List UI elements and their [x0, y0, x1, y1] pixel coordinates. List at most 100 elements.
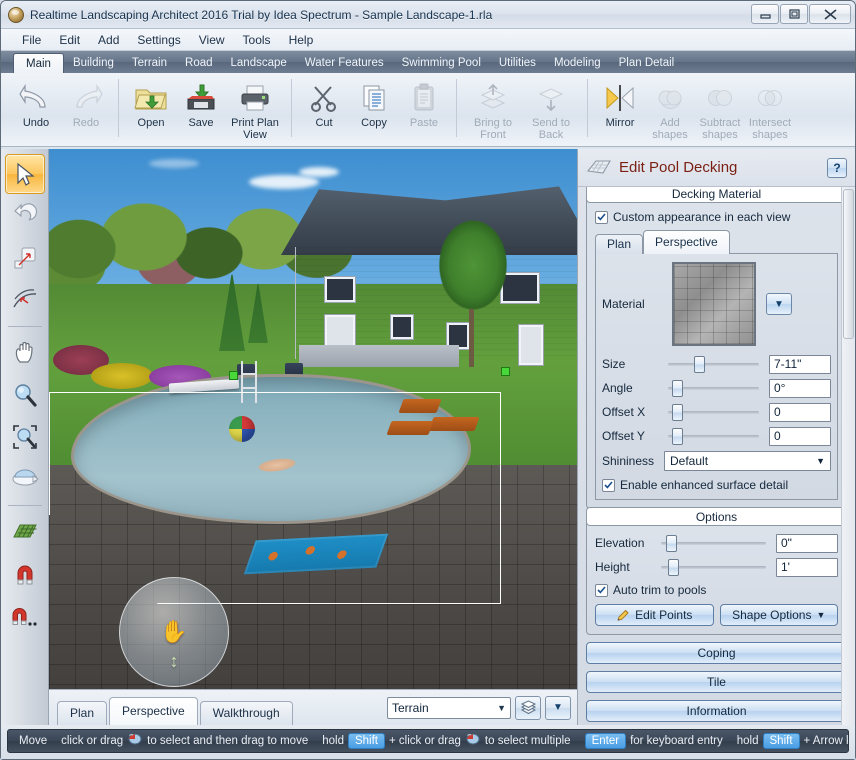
- intersect-shapes-button[interactable]: Intersect shapes: [745, 77, 795, 143]
- open-button[interactable]: Open: [126, 77, 176, 143]
- grid-tool[interactable]: [5, 512, 45, 552]
- layers-dropdown-button[interactable]: ▼: [545, 695, 571, 720]
- material-tab-perspective[interactable]: Perspective: [643, 230, 730, 254]
- ribbon-tab-road[interactable]: Road: [176, 53, 222, 73]
- menu-item-file[interactable]: File: [13, 31, 50, 49]
- undo-button[interactable]: Undo: [11, 77, 61, 143]
- pan-hand-tool[interactable]: [5, 333, 45, 373]
- edit-points-button[interactable]: Edit Points: [595, 604, 714, 626]
- tile-button[interactable]: Tile: [586, 671, 847, 693]
- select-arrow-tool[interactable]: [4, 154, 45, 194]
- angle-value[interactable]: 0°: [769, 378, 831, 398]
- elevation-value[interactable]: 0": [776, 533, 838, 553]
- menu-item-edit[interactable]: Edit: [50, 31, 89, 49]
- resize-tool[interactable]: [5, 238, 45, 278]
- menu-item-tools[interactable]: Tools: [234, 31, 280, 49]
- add-shapes-label: Add shapes: [652, 117, 688, 141]
- layers-button[interactable]: [515, 695, 541, 720]
- bring-to-front-button[interactable]: Bring to Front: [464, 77, 522, 143]
- auto-trim-checkbox[interactable]: [595, 583, 608, 597]
- ribbon-tab-swimming-pool[interactable]: Swimming Pool: [393, 53, 490, 73]
- check-icon: [597, 213, 606, 221]
- viewport-3d[interactable]: ✋ ↕ Plan Perspective Walkthrough Terrain…: [49, 149, 577, 725]
- ribbon-tab-building[interactable]: Building: [64, 53, 123, 73]
- subtract-shapes-label: Subtract shapes: [699, 117, 741, 141]
- ribbon-tab-water-features[interactable]: Water Features: [296, 53, 393, 73]
- subtract-shapes-button[interactable]: Subtract shapes: [695, 77, 745, 143]
- menu-item-view[interactable]: View: [190, 31, 234, 49]
- undo-arrow-icon: [19, 80, 53, 116]
- shininess-select[interactable]: Default ▼: [664, 451, 831, 471]
- intersect-shapes-icon: [753, 80, 787, 116]
- view-tab-perspective[interactable]: Perspective: [109, 696, 198, 725]
- slider-thumb[interactable]: [671, 404, 683, 421]
- slider-thumb[interactable]: [666, 535, 678, 552]
- rotate-tool[interactable]: [5, 196, 45, 236]
- information-button[interactable]: Information: [586, 700, 847, 722]
- height-slider[interactable]: [657, 556, 770, 578]
- redo-button[interactable]: Redo: [61, 77, 111, 143]
- slider-thumb[interactable]: [671, 428, 683, 445]
- slider-thumb[interactable]: [671, 380, 683, 397]
- offset-x-value[interactable]: 0: [769, 402, 831, 422]
- swimming-pool[interactable]: [71, 374, 471, 524]
- offset-x-slider[interactable]: [664, 401, 763, 423]
- status-hint-multi: hold Shift + click or drag to select mul…: [315, 733, 577, 749]
- ribbon-tab-plan-detail[interactable]: Plan Detail: [610, 53, 684, 73]
- offset-y-value[interactable]: 0: [769, 426, 831, 446]
- selection-handle[interactable]: [501, 367, 510, 376]
- ribbon-tab-modeling[interactable]: Modeling: [545, 53, 610, 73]
- layer-select[interactable]: Terrain ▼: [387, 696, 511, 719]
- curve-edit-tool[interactable]: [5, 280, 45, 320]
- ribbon-tab-utilities[interactable]: Utilities: [490, 53, 545, 73]
- material-dropdown-button[interactable]: ▼: [766, 293, 792, 315]
- orbit-tool[interactable]: [5, 459, 45, 499]
- angle-slider[interactable]: [664, 377, 763, 399]
- ribbon-tab-terrain[interactable]: Terrain: [123, 53, 176, 73]
- elevation-arrow-icon: ↕: [169, 651, 179, 671]
- material-tab-plan[interactable]: Plan: [595, 234, 644, 254]
- scrollbar-thumb[interactable]: [843, 189, 854, 339]
- snap-magnet-tool[interactable]: [5, 554, 45, 594]
- minimize-icon[interactable]: [751, 4, 779, 24]
- cut-button[interactable]: Cut: [299, 77, 349, 143]
- material-swatch[interactable]: [672, 262, 756, 346]
- view-tab-plan[interactable]: Plan: [57, 700, 108, 725]
- copy-button[interactable]: Copy: [349, 77, 399, 143]
- coping-button[interactable]: Coping: [586, 642, 847, 664]
- snap-options-tool[interactable]: [5, 596, 45, 636]
- enhanced-detail-checkbox-row[interactable]: Enable enhanced surface detail: [602, 478, 831, 492]
- elevation-slider[interactable]: [657, 532, 770, 554]
- shape-options-button[interactable]: Shape Options ▼: [719, 604, 838, 626]
- zoom-window-tool[interactable]: [5, 417, 45, 457]
- mirror-button[interactable]: Mirror: [595, 77, 645, 143]
- offset-y-slider[interactable]: [664, 425, 763, 447]
- add-shapes-button[interactable]: Add shapes: [645, 77, 695, 143]
- close-icon[interactable]: [809, 4, 851, 24]
- panel-scrollbar[interactable]: [841, 187, 855, 725]
- menu-item-settings[interactable]: Settings: [128, 31, 189, 49]
- slider-thumb[interactable]: [693, 356, 705, 373]
- print-plan-view-button[interactable]: Print Plan View: [226, 77, 284, 143]
- paste-button[interactable]: Paste: [399, 77, 449, 143]
- save-button[interactable]: Save: [176, 77, 226, 143]
- selection-handle[interactable]: [229, 371, 238, 380]
- ribbon-tab-main[interactable]: Main: [13, 53, 64, 73]
- view-tab-walkthrough[interactable]: Walkthrough: [199, 700, 293, 725]
- enhanced-detail-checkbox[interactable]: [602, 478, 615, 492]
- slider-thumb[interactable]: [668, 559, 680, 576]
- menu-item-help[interactable]: Help: [280, 31, 323, 49]
- help-button[interactable]: ?: [827, 157, 847, 178]
- size-value[interactable]: 7-11": [769, 354, 831, 374]
- size-slider[interactable]: [664, 353, 763, 375]
- send-to-back-button[interactable]: Send to Back: [522, 77, 580, 143]
- zoom-tool[interactable]: [5, 375, 45, 415]
- auto-trim-checkbox-row[interactable]: Auto trim to pools: [595, 583, 838, 597]
- ribbon-tab-landscape[interactable]: Landscape: [222, 53, 296, 73]
- custom-appearance-checkbox-row[interactable]: Custom appearance in each view: [595, 210, 838, 224]
- height-value[interactable]: 1': [776, 557, 838, 577]
- maximize-icon[interactable]: [780, 4, 808, 24]
- navigation-widget[interactable]: ✋ ↕: [119, 577, 229, 687]
- menu-item-add[interactable]: Add: [89, 31, 128, 49]
- custom-appearance-checkbox[interactable]: [595, 210, 608, 224]
